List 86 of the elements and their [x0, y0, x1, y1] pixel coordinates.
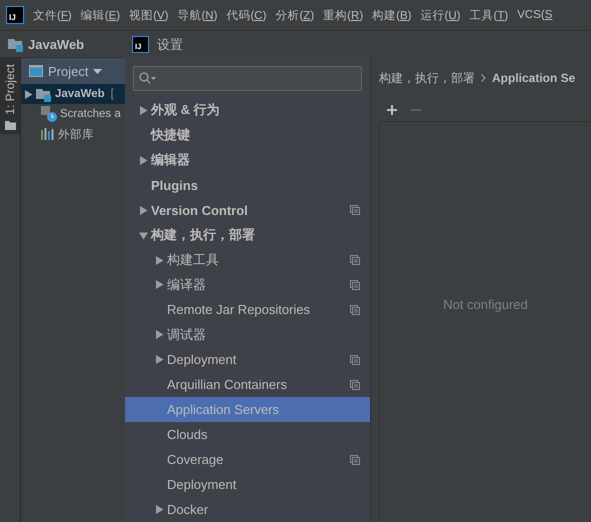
expand-arrow-icon[interactable] [154, 280, 164, 290]
settings-tree-item[interactable]: Coverage [125, 447, 370, 472]
settings-tree-item[interactable]: 编辑器 [125, 148, 370, 173]
add-button[interactable] [385, 103, 399, 117]
copy-icon [350, 304, 360, 315]
settings-tree-item[interactable]: Deployment [125, 347, 370, 372]
settings-tree-item[interactable]: Docker [125, 496, 370, 522]
copy-icon [350, 380, 360, 390]
copy-icon [350, 454, 360, 465]
tree-item-label: 编译器 [167, 276, 207, 294]
expand-arrow-icon[interactable] [154, 355, 164, 364]
project-item-label: JavaWeb [55, 88, 105, 100]
expand-arrow-icon[interactable] [154, 256, 164, 265]
project-item-label: 外部库 [58, 127, 94, 142]
menu-item[interactable]: 构建(B) [372, 8, 412, 22]
settings-tree-item[interactable]: 调试器 [125, 322, 370, 348]
settings-tree-item[interactable]: 编译器 [125, 272, 370, 298]
expand-arrow-icon[interactable] [138, 156, 148, 165]
tree-item-label: Deployment [167, 476, 238, 492]
expand-arrow-icon[interactable] [24, 90, 33, 98]
tree-item-label: 编辑器 [151, 151, 191, 170]
settings-tree-item[interactable]: 快捷键 [125, 122, 370, 148]
settings-tree-item[interactable]: Plugins [125, 172, 370, 198]
expand-arrow-icon[interactable] [154, 504, 164, 514]
tree-item-label: Remote Jar Repositories [167, 302, 312, 318]
tree-item-label: 构建，执行，部署 [151, 226, 256, 244]
tree-item-label: 快捷键 [151, 126, 191, 144]
menu-item[interactable]: 编辑(E) [80, 8, 120, 22]
tree-item-label: 构建工具 [167, 251, 220, 270]
menu-item[interactable]: 视图(V) [129, 8, 168, 22]
tree-item-label: 调试器 [167, 326, 207, 344]
expand-arrow-icon[interactable] [154, 330, 164, 340]
tree-item-label: Plugins [151, 178, 199, 193]
app-logo: IJ [6, 6, 24, 24]
expand-arrow-icon[interactable] [138, 106, 148, 115]
tree-item-label: Docker [167, 502, 210, 517]
tree-item-label: Version Control [151, 202, 249, 218]
settings-tree-item[interactable]: Version Control [125, 198, 370, 223]
copy-icon [350, 354, 360, 365]
project-item-suffix: [ [110, 88, 114, 100]
breadcrumb-item: 构建，执行，部署 [379, 70, 475, 86]
expand-arrow-icon[interactable] [138, 206, 148, 215]
settings-tree-item[interactable]: Arquillian Containers [125, 372, 370, 398]
chevron-icon [481, 74, 486, 82]
menu-item[interactable]: 导航(N) [177, 8, 218, 22]
settings-tree-item[interactable]: 构建工具 [125, 248, 370, 273]
menu-item[interactable]: 工具(T) [470, 8, 508, 22]
settings-tree-item[interactable]: Clouds [125, 422, 370, 448]
menu-item[interactable]: 重构(R) [323, 8, 364, 22]
settings-tree-item[interactable]: Deployment [125, 472, 370, 497]
project-item-label: Scratches a [60, 108, 121, 120]
project-tool-tab[interactable]: 1: Project [0, 58, 20, 134]
scratches-icon [41, 106, 57, 122]
tree-item-label: Coverage [167, 452, 224, 468]
project-tree-item[interactable]: Scratches a [21, 104, 125, 124]
project-tree-item[interactable]: JavaWeb [ [21, 84, 125, 104]
plus-icon [385, 103, 399, 117]
copy-icon [350, 280, 360, 290]
menu-item[interactable]: 分析(Z) [275, 8, 314, 22]
search-field[interactable] [133, 66, 362, 91]
tree-item-label: 外观 & 行为 [151, 101, 221, 120]
settings-tree-item[interactable]: Remote Jar Repositories [125, 297, 370, 322]
folder-icon [8, 36, 24, 52]
caret-icon [93, 68, 102, 74]
tree-item-label: Arquillian Containers [167, 377, 288, 392]
project-tree-item[interactable]: 外部库 [21, 124, 125, 144]
collapse-arrow-icon[interactable] [138, 230, 148, 240]
settings-tree-item[interactable]: 构建，执行，部署 [125, 222, 370, 248]
menu-item[interactable]: VCS(S [517, 9, 552, 21]
search-icon [139, 72, 156, 84]
folder-icon [4, 120, 16, 130]
copy-icon [350, 205, 360, 216]
menu-item[interactable]: 文件(F) [33, 8, 72, 22]
copy-icon [350, 255, 360, 266]
empty-message: Not configured [443, 297, 528, 312]
breadcrumb-item: Application Se [492, 71, 576, 85]
menu-item[interactable]: 运行(U) [420, 8, 461, 22]
folder-icon [36, 86, 52, 102]
menu-item[interactable]: 代码(C) [226, 8, 266, 22]
dialog-title: 设置 [157, 36, 183, 54]
tree-item-label: Deployment [167, 352, 238, 368]
settings-tree-item[interactable]: 外观 & 行为 [125, 98, 370, 123]
tree-item-label: Clouds [167, 427, 208, 442]
tree-item-label: Application Servers [167, 402, 280, 418]
library-icon [41, 128, 55, 140]
window-icon [29, 65, 43, 77]
